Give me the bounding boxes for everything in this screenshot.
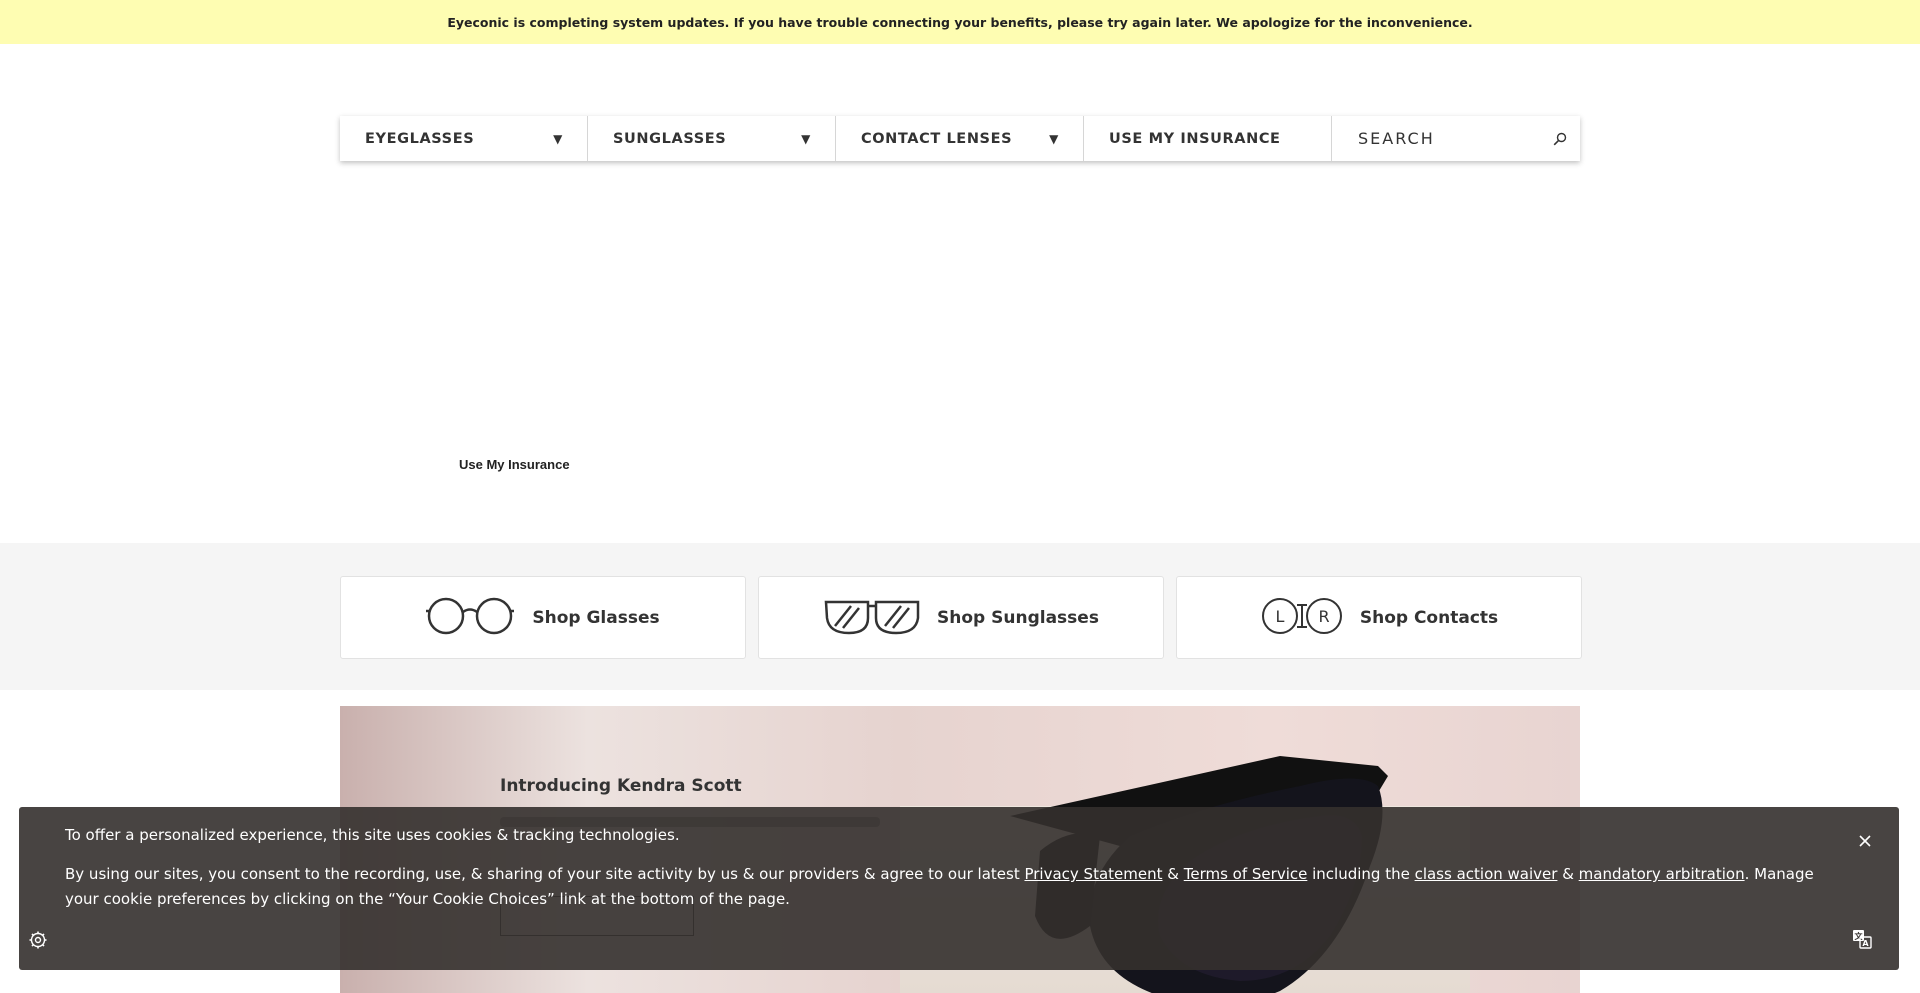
cookie-consent-text: By using our sites, you consent to the r… <box>65 862 1845 912</box>
nav-item-sunglasses[interactable]: SUNGLASSES ▼ <box>588 116 836 161</box>
banner-text: Eyeconic is completing system updates. I… <box>447 14 1473 30</box>
nav-item-label: USE MY INSURANCE <box>1109 130 1281 147</box>
contact-lenses-icon: L R <box>1260 596 1344 640</box>
shop-card-label: Shop Glasses <box>532 607 660 628</box>
search-box <box>1332 116 1580 161</box>
shop-contacts-card[interactable]: L R Shop Contacts <box>1176 576 1582 659</box>
close-icon[interactable] <box>1855 831 1875 851</box>
use-my-insurance-link[interactable]: Use My Insurance <box>459 457 570 472</box>
main-nav: EYEGLASSES ▼ SUNGLASSES ▼ CONTACT LENSES… <box>340 116 1580 161</box>
nav-item-label: CONTACT LENSES <box>861 130 1013 147</box>
nav-item-eyeglasses[interactable]: EYEGLASSES ▼ <box>340 116 588 161</box>
sunglasses-icon <box>823 596 921 640</box>
mandatory-arbitration-link[interactable]: mandatory arbitration <box>1579 865 1745 883</box>
nav-item-contact-lenses[interactable]: CONTACT LENSES ▼ <box>836 116 1084 161</box>
svg-text:L: L <box>1275 607 1284 626</box>
class-action-waiver-link[interactable]: class action waiver <box>1415 865 1558 883</box>
shop-glasses-card[interactable]: Shop Glasses <box>340 576 746 659</box>
eyeglasses-icon <box>426 596 516 640</box>
svg-text:A: A <box>1862 939 1869 948</box>
cookie-text-part: & <box>1557 865 1579 883</box>
caret-down-icon: ▼ <box>1049 131 1059 146</box>
nav-item-label: EYEGLASSES <box>365 130 475 147</box>
shop-card-label: Shop Contacts <box>1359 607 1499 628</box>
nav-item-use-my-insurance[interactable]: USE MY INSURANCE <box>1084 116 1332 161</box>
cookie-settings-icon[interactable] <box>28 930 48 950</box>
cookie-text-part: & <box>1162 865 1184 883</box>
search-icon[interactable] <box>1552 131 1568 147</box>
search-input[interactable] <box>1358 129 1538 148</box>
cookie-intro-text: To offer a personalized experience, this… <box>65 826 680 844</box>
terms-of-service-link[interactable]: Terms of Service <box>1184 865 1308 883</box>
cookie-consent-banner: To offer a personalized experience, this… <box>19 807 1899 970</box>
shop-card-label: Shop Sunglasses <box>937 607 1099 628</box>
system-update-banner: Eyeconic is completing system updates. I… <box>0 0 1920 44</box>
shop-sunglasses-card[interactable]: Shop Sunglasses <box>758 576 1164 659</box>
privacy-statement-link[interactable]: Privacy Statement <box>1024 865 1162 883</box>
caret-down-icon: ▼ <box>801 131 811 146</box>
cookie-text-part: including the <box>1307 865 1415 883</box>
translate-icon[interactable]: 文 A <box>1851 928 1873 950</box>
hero-title: Introducing Kendra Scott <box>500 776 742 796</box>
svg-text:R: R <box>1318 607 1329 626</box>
nav-item-label: SUNGLASSES <box>613 130 727 147</box>
caret-down-icon: ▼ <box>553 131 563 146</box>
cookie-text-part: By using our sites, you consent to the r… <box>65 865 1025 883</box>
